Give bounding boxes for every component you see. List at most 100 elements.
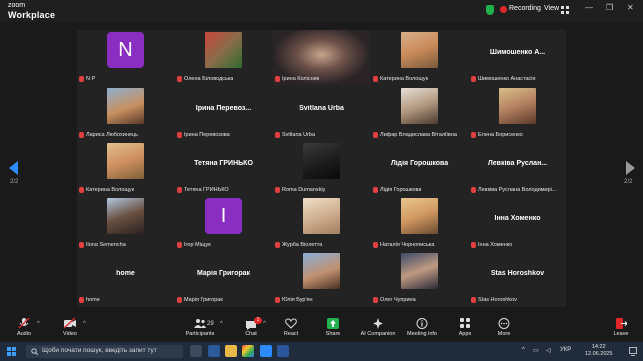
participant-tile[interactable]: І Ігор Міщук — [175, 196, 272, 251]
mic-muted-icon — [18, 318, 30, 329]
participant-name: Ilona Semencha — [86, 242, 126, 248]
apps-label: Apps — [458, 331, 472, 337]
audio-options-chevron-icon[interactable]: ^ — [37, 321, 40, 327]
mic-muted-icon — [177, 297, 182, 303]
participant-tile[interactable]: Шимошенко А... Шимошенко Анастасія — [469, 30, 566, 85]
security-shield-icon[interactable] — [486, 5, 494, 15]
participant-tile[interactable]: Лариса Любохинець — [77, 86, 174, 141]
mic-muted-icon — [275, 132, 280, 138]
participant-tile[interactable]: Олег Чуприна — [371, 251, 468, 306]
word-app-icon[interactable] — [277, 345, 289, 357]
participant-tile[interactable]: Svitlana Urba Svitlana Urba — [273, 86, 370, 141]
participant-display-name: Лідія Горошкова — [390, 160, 449, 167]
participant-tile[interactable]: Марія Григорак Марія Григорак — [175, 251, 272, 306]
participants-button[interactable]: Participants — [184, 316, 216, 342]
avatar-photo — [107, 198, 144, 234]
apps-button[interactable]: Apps — [452, 316, 478, 342]
minimize-icon[interactable]: — — [585, 3, 593, 12]
ai-companion-button[interactable]: AI Companion — [359, 316, 397, 342]
mic-muted-icon — [373, 187, 378, 193]
participant-tile[interactable]: Левківа Руслан... Левківа Руслана Володи… — [469, 141, 566, 196]
task-view-icon[interactable] — [190, 345, 202, 357]
participant-tile[interactable]: Тетяна ГРИНЬКО Тетяна ГРИНЬКО — [175, 141, 272, 196]
participant-tile[interactable]: Ilona Semencha — [77, 196, 174, 251]
participant-name: Ірина Перевозова — [184, 132, 230, 138]
mic-muted-icon — [275, 242, 280, 248]
participant-name: Марія Григорак — [184, 297, 223, 303]
taskbar-clock[interactable]: 14:22 12.06.2025 — [585, 344, 613, 358]
react-label: React — [283, 331, 299, 337]
more-button[interactable]: More — [491, 316, 517, 342]
participant-tile[interactable]: Roma Dumanskiy — [273, 141, 370, 196]
notifications-icon[interactable] — [629, 347, 637, 356]
previous-page-arrow-icon[interactable] — [9, 161, 18, 175]
meeting-info-label: Meeting info — [407, 331, 437, 337]
video-options-chevron-icon[interactable]: ^ — [83, 321, 86, 327]
mic-muted-icon — [471, 242, 476, 248]
participant-name: Катерина Волощук — [380, 76, 429, 82]
active-speaker-tile[interactable]: Ірина Колісник — [273, 30, 370, 85]
volume-icon[interactable]: ◁ — [546, 347, 551, 354]
next-page-arrow-icon[interactable] — [626, 161, 635, 175]
participant-tile[interactable]: Юлія Бур'ян — [273, 251, 370, 306]
mic-muted-icon — [79, 297, 84, 303]
zoom-app-icon[interactable] — [260, 345, 272, 357]
keyboard-language[interactable]: УКР — [560, 347, 571, 353]
chat-label: Chat — [245, 331, 257, 337]
recording-label[interactable]: Recording — [509, 5, 541, 12]
file-explorer-icon[interactable] — [225, 345, 237, 357]
participant-tile[interactable]: Лифар Владислава Віталіївна — [371, 86, 468, 141]
participants-options-chevron-icon[interactable]: ^ — [220, 321, 223, 327]
participant-tile[interactable]: N N P — [77, 30, 174, 85]
react-button[interactable]: React — [278, 316, 304, 342]
chat-options-chevron-icon[interactable]: ^ — [263, 321, 266, 327]
zoom-logo: zoom Workplace — [8, 2, 55, 20]
windows-start-icon[interactable] — [7, 347, 16, 356]
participant-display-name: Тетяна ГРИНЬКО — [194, 160, 253, 167]
chat-unread-badge: 1 — [254, 317, 262, 324]
heart-react-icon — [285, 318, 297, 329]
participant-name: Шимошенко Анастасія — [478, 76, 536, 82]
participant-tile[interactable]: Журба Віолетта — [273, 196, 370, 251]
avatar-photo — [107, 143, 144, 179]
participant-name: Лідія Горошкова — [380, 187, 422, 193]
view-button[interactable]: View — [544, 5, 559, 12]
edge-browser-icon[interactable] — [208, 345, 220, 357]
participants-icon — [194, 319, 206, 328]
share-label: Share — [325, 331, 341, 337]
participant-tile[interactable]: Катерина Волощук — [371, 30, 468, 85]
participant-tile[interactable]: Катерина Волощук — [77, 141, 174, 196]
restore-icon[interactable]: ❐ — [606, 3, 613, 12]
leave-icon — [616, 318, 627, 329]
avatar-photo — [401, 198, 438, 234]
share-screen-icon — [327, 318, 339, 329]
chrome-browser-icon[interactable] — [242, 345, 254, 357]
mic-muted-icon — [79, 242, 84, 248]
meeting-info-button[interactable]: Meeting info — [405, 316, 439, 342]
chat-button[interactable]: 1 Chat — [238, 316, 264, 342]
leave-button[interactable]: Leave — [608, 316, 634, 342]
mic-muted-icon — [471, 187, 476, 193]
video-button[interactable]: Video — [56, 316, 84, 342]
participant-tile[interactable]: Інна Хоменко Інна Хоменко — [469, 196, 566, 251]
participant-display-name: Stas Horoshkov — [490, 270, 545, 277]
participant-tile[interactable]: Наталія Чорнописька — [371, 196, 468, 251]
participant-name: Stas Horoshkov — [478, 297, 517, 303]
search-placeholder: Щоби почати пошук, введіть запит тут — [42, 347, 157, 354]
participant-tile[interactable]: Олена Біловодська — [175, 30, 272, 85]
participants-count: 29 — [207, 321, 214, 327]
network-icon[interactable]: ▭ — [533, 347, 539, 354]
grid-icon[interactable] — [561, 6, 569, 14]
participant-tile[interactable]: Stas Horoshkov Stas Horoshkov — [469, 251, 566, 306]
participant-tile[interactable]: Ірина Перевоз... Ірина Перевозова — [175, 86, 272, 141]
participant-tile[interactable]: Лідія Горошкова Лідія Горошкова — [371, 141, 468, 196]
more-label: More — [497, 331, 511, 337]
ai-companion-label: AI Companion — [360, 331, 396, 337]
tray-chevron-icon[interactable]: ^ — [522, 347, 525, 353]
share-button[interactable]: Share — [320, 316, 346, 342]
taskbar-search-input[interactable]: Щоби почати пошук, введіть запит тут — [26, 345, 183, 358]
participant-tile[interactable]: Елена Борисенко — [469, 86, 566, 141]
audio-button[interactable]: Audio — [10, 316, 38, 342]
close-icon[interactable]: ✕ — [627, 3, 634, 12]
participant-tile[interactable]: home home — [77, 251, 174, 306]
